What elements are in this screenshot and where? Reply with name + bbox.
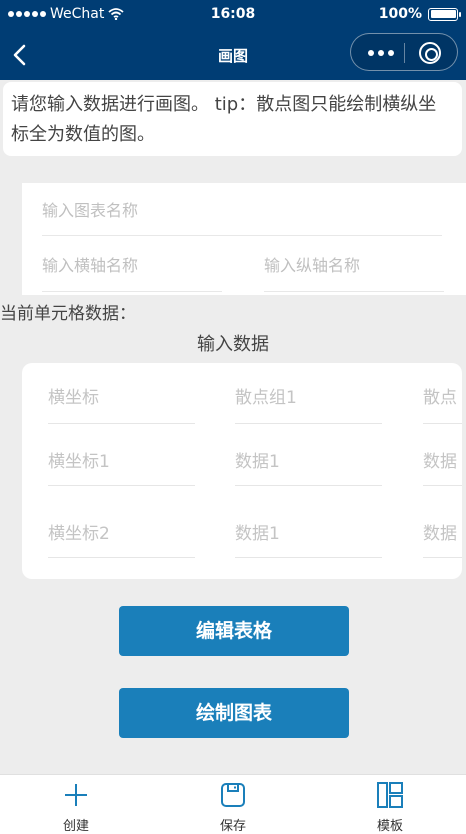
tab-label: 创建 bbox=[62, 819, 89, 834]
data-table: 横坐标 散点组1 散点 横坐标1 数据1 数据 横坐标2 数据1 数据 bbox=[22, 363, 462, 579]
more-dots-icon[interactable] bbox=[363, 45, 399, 61]
table-cell[interactable]: 散点组1 bbox=[235, 383, 382, 424]
chart-name-form: 输入图表名称 输入横轴名称 输入纵轴名称 bbox=[22, 183, 466, 295]
tab-template[interactable]: 模板 bbox=[350, 781, 430, 834]
table-cell[interactable]: 横坐标2 bbox=[48, 519, 195, 558]
draw-chart-button[interactable]: 绘制图表 bbox=[119, 688, 349, 738]
tip-text: 请您输入数据进行画图。 tip：散点图只能绘制横纵坐标全为数值的图。 bbox=[11, 94, 437, 145]
table-cell[interactable]: 横坐标 bbox=[48, 383, 195, 424]
menu-capsule bbox=[350, 33, 458, 71]
tab-bar: 创建 保存 模板 bbox=[0, 774, 466, 834]
input-data-heading: 输入数据 bbox=[197, 334, 269, 355]
current-cell-label: 当前单元格数据： bbox=[0, 304, 136, 324]
tip-card: 请您输入数据进行画图。 tip：散点图只能绘制横纵坐标全为数值的图。 bbox=[3, 82, 462, 156]
battery-icon bbox=[428, 7, 461, 21]
battery-fill bbox=[430, 10, 456, 18]
chart-title-input[interactable]: 输入图表名称 bbox=[42, 183, 442, 236]
table-cell[interactable]: 数据 bbox=[423, 447, 462, 486]
tab-save[interactable]: 保存 bbox=[193, 781, 273, 834]
target-close-icon[interactable] bbox=[419, 42, 441, 64]
nav-bar: 画图 bbox=[0, 30, 466, 80]
status-bar: WeChat 16:08 100% bbox=[0, 0, 466, 30]
edit-table-button[interactable]: 编辑表格 bbox=[119, 606, 349, 656]
tab-label: 保存 bbox=[219, 819, 246, 834]
tab-create[interactable]: 创建 bbox=[36, 781, 116, 834]
table-cell[interactable]: 数据1 bbox=[235, 447, 382, 486]
template-icon bbox=[377, 782, 403, 808]
table-cell[interactable]: 数据1 bbox=[235, 519, 382, 558]
table-cell[interactable]: 横坐标1 bbox=[48, 447, 195, 486]
battery-status: 100% bbox=[378, 6, 461, 22]
save-icon bbox=[221, 783, 245, 807]
y-axis-name-input[interactable]: 输入纵轴名称 bbox=[264, 240, 444, 292]
tab-label: 模板 bbox=[376, 819, 403, 834]
table-cell[interactable]: 数据 bbox=[423, 519, 462, 558]
battery-percent: 100% bbox=[378, 6, 422, 22]
x-axis-name-input[interactable]: 输入横轴名称 bbox=[42, 240, 222, 292]
capsule-divider bbox=[404, 43, 405, 63]
table-cell[interactable]: 散点 bbox=[423, 383, 462, 424]
plus-icon bbox=[65, 784, 87, 806]
